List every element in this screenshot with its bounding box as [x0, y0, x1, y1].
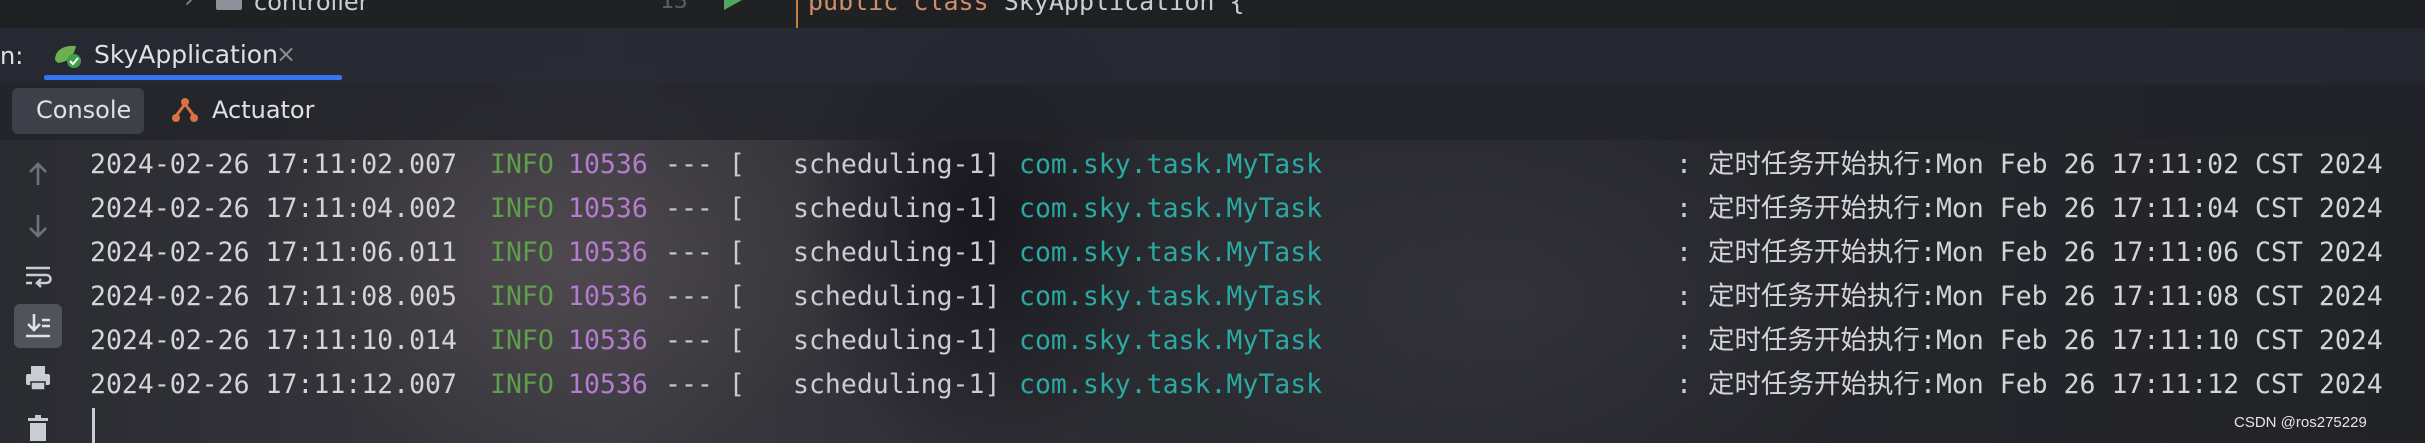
scroll-down-button[interactable]: [14, 204, 62, 248]
log-separator: --- [: [665, 369, 745, 400]
print-button[interactable]: [14, 356, 62, 400]
log-logger: com.sky.task.MyTask: [1019, 325, 1323, 356]
log-pid: 10536: [568, 369, 648, 400]
console-tabs: Console Actuator: [0, 82, 2425, 140]
print-icon: [26, 366, 50, 391]
log-thread: scheduling-1]: [793, 237, 1001, 268]
gutter-marker: [796, 0, 798, 28]
folder-icon: [216, 0, 242, 10]
actuator-icon: [172, 98, 198, 122]
close-icon[interactable]: ×: [276, 40, 296, 68]
log-timestamp: 2024-02-26 17:11:04.002: [90, 193, 457, 224]
log-timestamp: 2024-02-26 17:11:02.007: [90, 149, 457, 180]
log-colon: :: [1676, 369, 1692, 400]
log-colon: :: [1676, 193, 1692, 224]
log-timestamp: 2024-02-26 17:11:06.011: [90, 237, 457, 268]
log-pid: 10536: [568, 237, 648, 268]
spring-boot-icon: [55, 45, 81, 68]
tab-console-label: Console: [36, 96, 132, 124]
code-keyword-public: public: [808, 0, 899, 16]
log-logger: com.sky.task.MyTask: [1019, 281, 1323, 312]
log-pid: 10536: [568, 281, 648, 312]
scroll-up-button[interactable]: [14, 152, 62, 196]
log-pid: 10536: [568, 193, 648, 224]
log-separator: --- [: [665, 325, 745, 356]
tab-actuator[interactable]: Actuator: [166, 88, 326, 134]
log-colon: :: [1676, 149, 1692, 180]
run-gutter-icon[interactable]: [724, 0, 742, 10]
watermark: CSDN @ros275229: [2234, 414, 2367, 431]
log-timestamp: 2024-02-26 17:11:12.007: [90, 369, 457, 400]
log-thread: scheduling-1]: [793, 193, 1001, 224]
project-tree-item-controller[interactable]: controller: [254, 0, 369, 16]
tree-expand-icon[interactable]: ›: [182, 0, 195, 13]
log-level: INFO: [490, 237, 554, 268]
active-tab-indicator: [44, 75, 342, 80]
log-level: INFO: [490, 193, 554, 224]
log-thread: scheduling-1]: [793, 369, 1001, 400]
editor-strip: › controller 13 public class SkyApplicat…: [0, 0, 2425, 28]
arrow-up-icon: [29, 162, 47, 185]
log-message: 定时任务开始执行:Mon Feb 26 17:11:06 CST 2024: [1708, 237, 2383, 268]
log-thread: scheduling-1]: [793, 281, 1001, 312]
log-timestamp: 2024-02-26 17:11:10.014: [90, 325, 457, 356]
code-keyword-class: class: [913, 0, 989, 16]
log-colon: :: [1676, 237, 1692, 268]
log-separator: --- [: [665, 237, 745, 268]
code-class-name: SkyApplication {: [1003, 0, 1245, 16]
log-level: INFO: [490, 325, 554, 356]
log-thread: scheduling-1]: [793, 325, 1001, 356]
run-tab-skyapplication[interactable]: SkyApplication ×: [30, 34, 342, 80]
log-separator: --- [: [665, 149, 745, 180]
run-window-label: n:: [0, 42, 24, 70]
log-logger: com.sky.task.MyTask: [1019, 369, 1323, 400]
log-level: INFO: [490, 369, 554, 400]
ide-window: › controller 13 public class SkyApplicat…: [0, 0, 2425, 443]
log-message: 定时任务开始执行:Mon Feb 26 17:11:04 CST 2024: [1708, 193, 2383, 224]
log-message: 定时任务开始执行:Mon Feb 26 17:11:12 CST 2024: [1708, 369, 2383, 400]
log-pid: 10536: [568, 325, 648, 356]
console-output[interactable]: 2024-02-26 17:11:02.007 INFO 10536 --- [ sch…: [88, 140, 2425, 443]
log-level: INFO: [490, 149, 554, 180]
tab-console[interactable]: Console: [12, 88, 144, 134]
soft-wrap-icon: [26, 266, 52, 288]
log-logger: com.sky.task.MyTask: [1019, 237, 1323, 268]
log-message: 定时任务开始执行:Mon Feb 26 17:11:02 CST 2024: [1708, 149, 2383, 180]
trash-icon: [28, 415, 48, 441]
log-message: 定时任务开始执行:Mon Feb 26 17:11:08 CST 2024: [1708, 281, 2383, 312]
log-timestamp: 2024-02-26 17:11:08.005: [90, 281, 457, 312]
log-pid: 10536: [568, 149, 648, 180]
run-tool-window-header: n: SkyApplication ×: [0, 28, 2425, 83]
code-line[interactable]: public class SkyApplication {: [808, 0, 1245, 16]
soft-wrap-button[interactable]: [14, 254, 62, 298]
tab-actuator-label: Actuator: [212, 96, 315, 124]
log-logger: com.sky.task.MyTask: [1019, 149, 1323, 180]
line-number: 13: [660, 0, 688, 14]
log-separator: --- [: [665, 193, 745, 224]
log-message: 定时任务开始执行:Mon Feb 26 17:11:10 CST 2024: [1708, 325, 2383, 356]
arrow-down-icon: [29, 215, 47, 238]
scroll-to-end-icon: [26, 314, 50, 338]
log-colon: :: [1676, 281, 1692, 312]
log-logger: com.sky.task.MyTask: [1019, 193, 1323, 224]
log-level: INFO: [490, 281, 554, 312]
log-thread: scheduling-1]: [793, 149, 1001, 180]
text-caret: [92, 408, 95, 443]
log-colon: :: [1676, 325, 1692, 356]
log-separator: --- [: [665, 281, 745, 312]
console-toolbar: [0, 140, 78, 443]
scroll-to-end-button[interactable]: [14, 304, 62, 348]
clear-all-button[interactable]: [14, 406, 62, 443]
run-tab-label: SkyApplication: [94, 40, 278, 69]
